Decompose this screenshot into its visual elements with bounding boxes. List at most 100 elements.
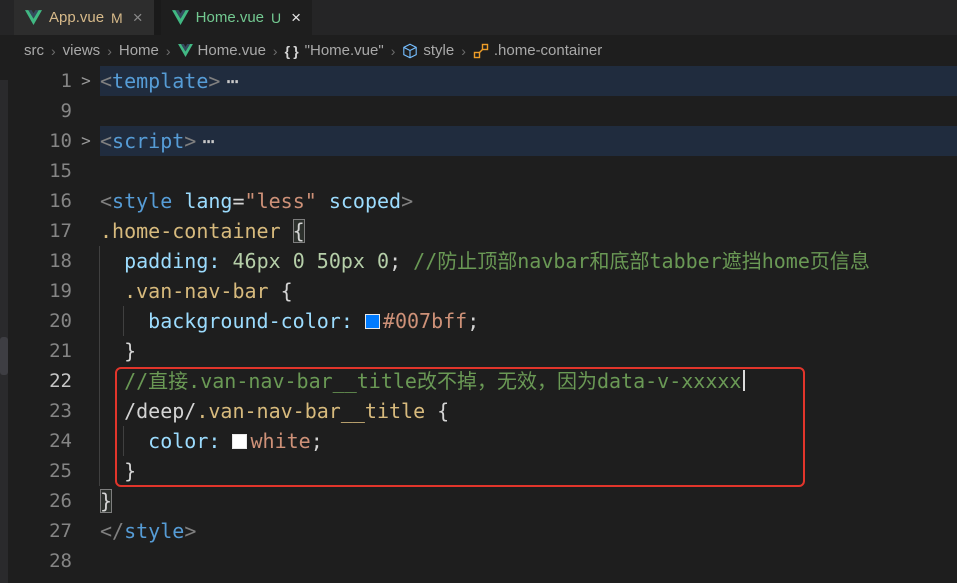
code-line-10[interactable]: 10 > <script> ⋯ [0,126,957,156]
code-token: 46px [232,249,281,273]
code-token: ; [389,249,414,273]
cube-icon [402,43,418,59]
code-line-22[interactable]: 22 //直接.van-nav-bar__title改不掉，无效，因为data-… [0,366,957,396]
git-status-badge: U [271,9,282,26]
code-token: ; [310,429,323,453]
line-number: 27 [49,520,72,542]
code-line-9[interactable]: 9 [0,96,957,126]
folded-ellipsis-icon[interactable]: ⋯ [202,129,214,153]
line-number: 28 [49,550,72,572]
folded-ellipsis-icon[interactable]: ⋯ [226,69,238,93]
code-line-15[interactable]: 15 [0,156,957,186]
code-lines: 1 > <template> ⋯ 9 10 > <script> ⋯ 15 16 <style lan… [0,66,957,576]
code-token: > [184,519,197,543]
breadcrumb-label: .home-container [493,42,603,59]
code-text: <style lang="less" scoped> [100,186,957,216]
line-number: 23 [49,400,72,422]
code-line-25[interactable]: 25 } [0,456,957,486]
breadcrumb-separator-icon: › [461,42,466,59]
fold-column [72,276,100,306]
breadcrumb-separator-icon: › [390,42,396,59]
code-token: #007bff [382,309,468,333]
code-token: < [100,129,113,153]
code-text: .home-container { [100,216,957,246]
breadcrumb-label: src [24,42,44,59]
code-token: < [100,69,113,93]
breadcrumb-label: Home.vue [197,42,266,59]
breadcrumb-item[interactable]: Home [119,42,159,59]
fold-column [72,516,100,546]
breadcrumb-label: "Home.vue" [304,42,384,59]
breadcrumb-label: style [423,42,455,59]
fold-column [72,366,100,396]
line-number: 16 [49,190,72,212]
side-rail [0,80,8,583]
breadcrumb-item[interactable]: .home-container [473,42,602,59]
fold-column [72,186,100,216]
code-line-27[interactable]: 27 </style> [0,516,957,546]
fold-chevron-icon[interactable]: > [72,66,100,96]
breadcrumb-item[interactable]: src [24,42,44,59]
line-number: 20 [49,310,72,332]
code-line-16[interactable]: 16 <style lang="less" scoped> [0,186,957,216]
tab-label: App.vue [49,9,105,26]
code-line-21[interactable]: 21 } [0,336,957,366]
fold-column [72,426,100,456]
line-number: 26 [49,490,72,512]
code-token: .van-nav-bar__title [196,399,426,423]
color-swatch[interactable] [364,314,380,329]
code-token: white [250,429,311,453]
tab-home-vue[interactable]: Home.vue U × [160,0,313,35]
code-text: /deep/.van-nav-bar__title { [100,396,957,426]
close-icon[interactable]: × [291,9,301,26]
fold-column [72,306,100,336]
code-text: color: white; [100,426,957,456]
code-line-28[interactable]: 28 [0,546,957,576]
breadcrumb-item[interactable]: { } "Home.vue" [285,42,384,59]
line-number: 21 [49,340,72,362]
code-text: background-color: #007bff; [100,306,957,336]
color-swatch[interactable] [232,434,248,449]
fold-column [72,546,100,576]
breadcrumb-item[interactable]: Home.vue [177,42,266,59]
git-status-badge: M [111,9,123,26]
fold-column [72,396,100,426]
fold-chevron-icon[interactable]: > [72,126,100,156]
breadcrumb-item[interactable]: views [63,42,101,59]
code-line-23[interactable]: 23 /deep/.van-nav-bar__title { [0,396,957,426]
code-line-17[interactable]: 17 .home-container { [0,216,957,246]
code-token: .home-container [100,219,281,243]
breadcrumb-item[interactable]: style [402,42,454,59]
code-text: } [100,336,957,366]
code-line-20[interactable]: 20 background-color: #007bff; [0,306,957,336]
code-line-24[interactable]: 24 color: white; [0,426,957,456]
line-number: 22 [49,370,72,392]
code-token: > [208,69,221,93]
code-token: { [292,219,305,243]
code-line-26[interactable]: 26} [0,486,957,516]
indent-guide [99,246,100,486]
breadcrumb-label: views [62,42,101,59]
code-token: background-color [148,309,341,333]
code-text: } [100,486,957,516]
code-line-19[interactable]: 19 .van-nav-bar { [0,276,957,306]
code-line-18[interactable]: 18 padding: 46px 0 50px 0; //防止顶部navbar和… [0,246,957,276]
tab-app-vue[interactable]: App.vue M × [14,0,154,35]
code-token: </ [100,519,125,543]
fold-column [72,96,100,126]
code-token: : [340,309,353,333]
close-icon[interactable]: × [133,9,143,26]
code-line-1[interactable]: 1 > <template> ⋯ [0,66,957,96]
code-text: //直接.van-nav-bar__title改不掉，无效，因为data-v-x… [100,366,957,396]
code-token: { [437,399,450,423]
side-rail-handle[interactable] [0,337,8,375]
line-number: 25 [49,460,72,482]
code-token: color [148,429,209,453]
